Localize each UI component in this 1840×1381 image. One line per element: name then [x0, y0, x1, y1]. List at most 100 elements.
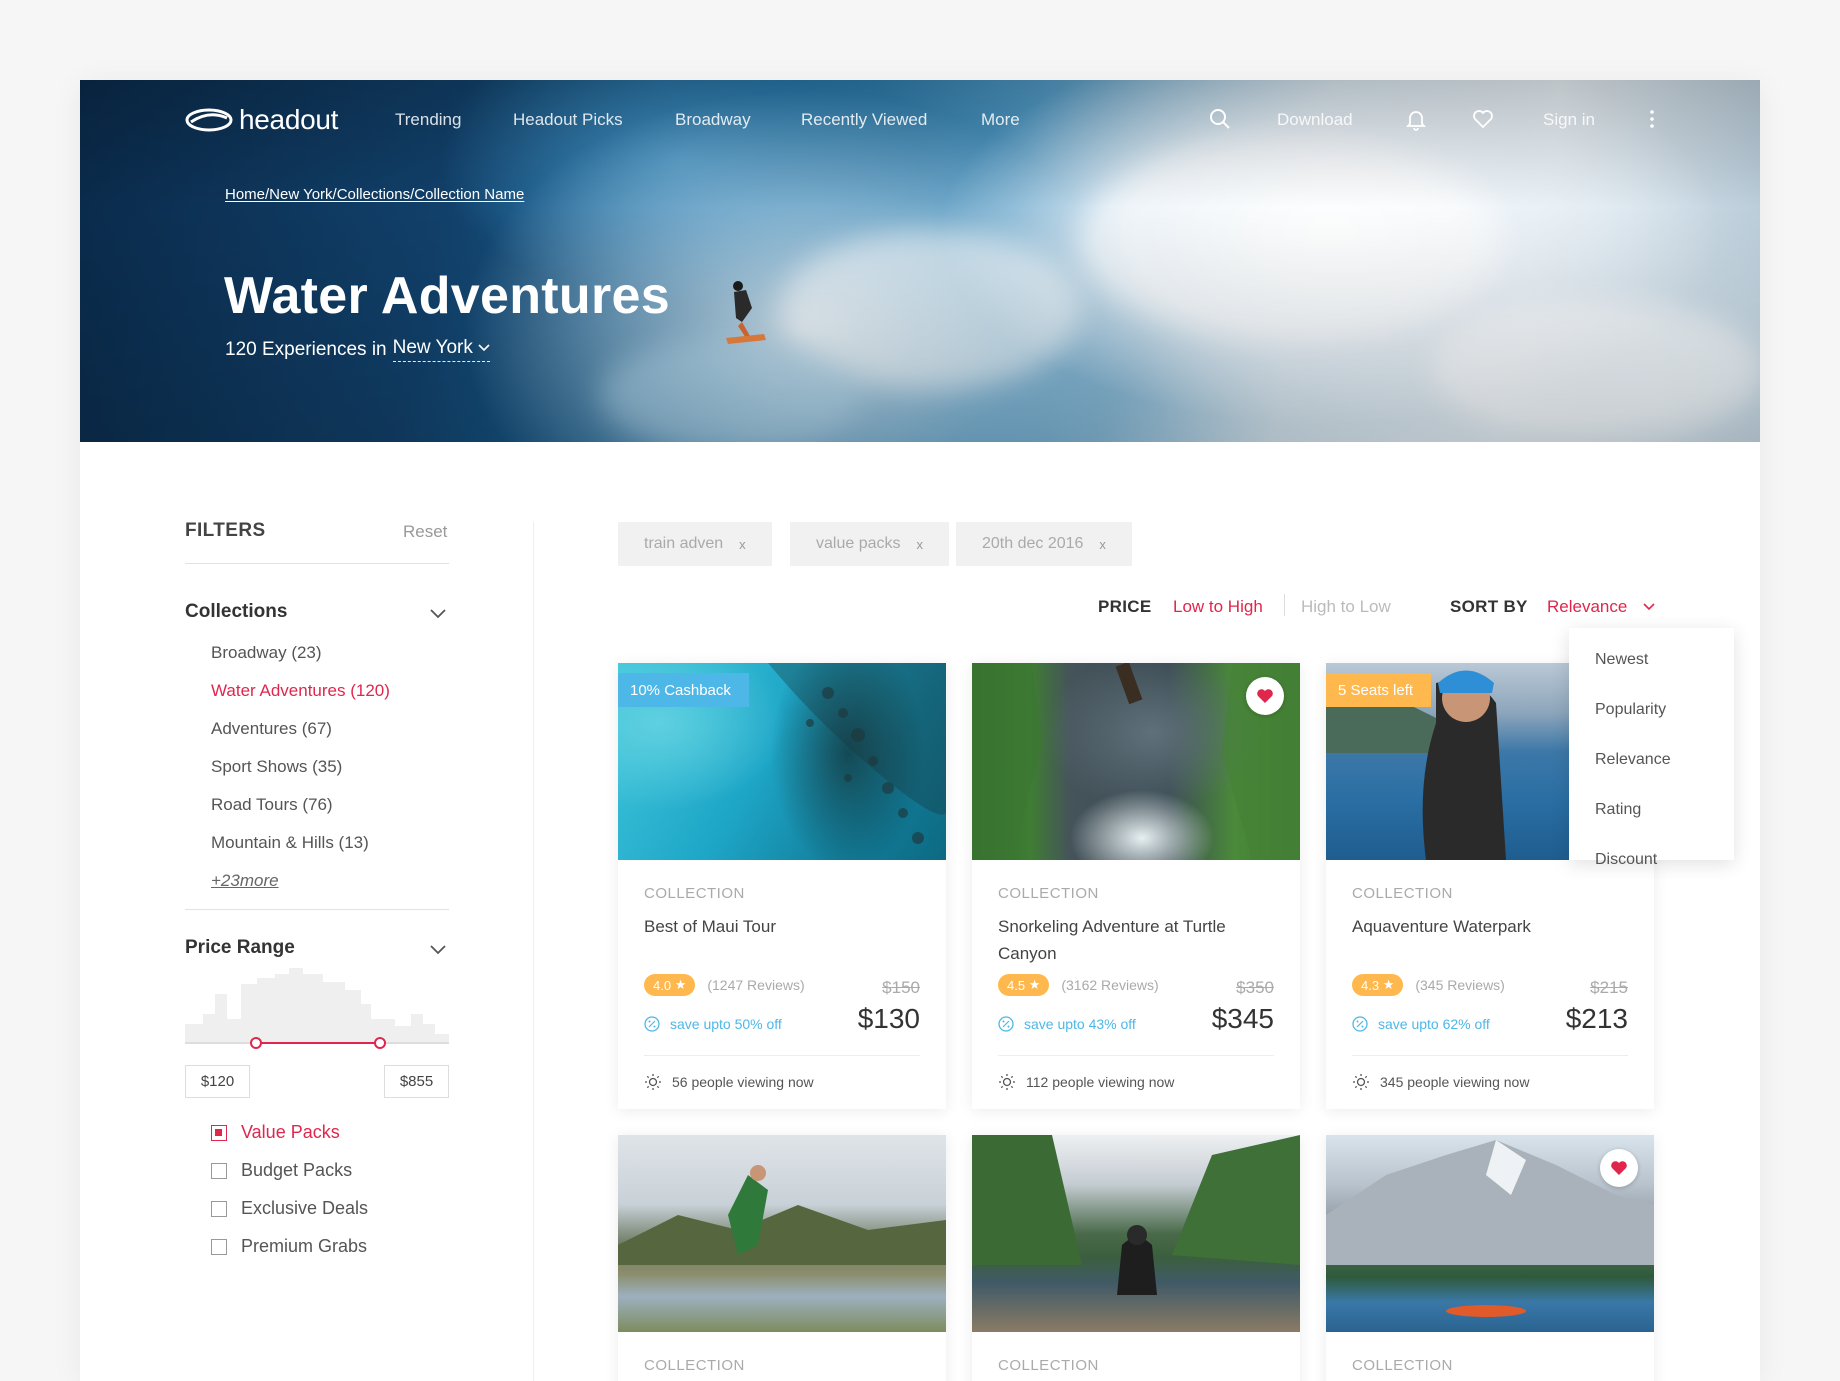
checkbox-box: [211, 1238, 227, 1255]
sort-select[interactable]: Relevance: [1547, 597, 1627, 617]
sort-option-popularity[interactable]: Popularity: [1595, 701, 1666, 719]
old-price: $350: [1236, 978, 1274, 997]
checkbox-label: Exclusive Deals: [241, 1198, 369, 1218]
card-rating: 4.5 ★ (3162 Reviews): [998, 974, 1159, 996]
breadcrumb[interactable]: Home/New York/Collections/Collection Nam…: [225, 186, 524, 203]
nav-broadway[interactable]: Broadway: [675, 110, 751, 130]
favorite-button[interactable]: [1600, 1149, 1638, 1187]
card-category: COLLECTION: [1352, 1357, 1453, 1374]
divider: [185, 909, 449, 910]
heart-icon[interactable]: [1471, 107, 1495, 131]
top-nav: headout Trending Headout Picks Broadway …: [80, 80, 1760, 160]
download-link[interactable]: Download: [1277, 110, 1353, 130]
collections-heading: Collections: [185, 601, 288, 622]
price-range-fill: [256, 1042, 381, 1044]
bell-icon[interactable]: [1404, 107, 1428, 131]
filters-heading: FILTERS: [185, 520, 266, 541]
budget-packs-checkbox[interactable]: Budget Packs: [211, 1160, 352, 1181]
sun-icon: [999, 1074, 1015, 1090]
value-packs-checkbox[interactable]: Value Packs: [211, 1122, 340, 1143]
experience-card[interactable]: COLLECTION: [618, 1135, 946, 1381]
collection-item[interactable]: Broadway (23): [211, 643, 322, 663]
price-histogram: [185, 968, 449, 1044]
city-selector[interactable]: New York: [392, 337, 490, 362]
review-count: (1247 Reviews): [707, 977, 805, 993]
card-title: Aquaventure Waterpark: [1352, 917, 1531, 936]
sidebar-divider: [533, 522, 534, 1381]
percent-icon: [1352, 1016, 1368, 1032]
heart-filled-icon: [1611, 1161, 1627, 1175]
heart-filled-icon: [1257, 689, 1273, 703]
filter-chip[interactable]: value packs x: [790, 522, 949, 566]
card-category: COLLECTION: [1352, 885, 1453, 902]
sort-option-relevance[interactable]: Relevance: [1595, 751, 1671, 769]
chevron-down-icon[interactable]: [429, 605, 447, 623]
nav-more[interactable]: More: [981, 110, 1020, 130]
sort-low-to-high[interactable]: Low to High: [1173, 597, 1263, 617]
close-icon[interactable]: x: [1099, 537, 1106, 552]
sun-icon: [1353, 1074, 1369, 1090]
chip-label: 20th dec 2016: [982, 535, 1084, 552]
experience-card[interactable]: COLLECTION: [1326, 1135, 1654, 1381]
sort-option-discount[interactable]: Discount: [1595, 851, 1657, 869]
card-category: COLLECTION: [644, 1357, 745, 1374]
filter-chip[interactable]: train adven x: [618, 522, 772, 566]
card-title: Snorkeling Adventure at Turtle Canyon: [998, 917, 1226, 963]
collection-item[interactable]: Adventures (67): [211, 719, 332, 739]
city-name: New York: [392, 337, 473, 358]
sort-high-to-low[interactable]: High to Low: [1301, 597, 1391, 617]
price: $345: [1211, 1003, 1274, 1034]
rating-badge: 4.0 ★: [644, 974, 696, 996]
sort-option-rating[interactable]: Rating: [1595, 801, 1641, 819]
nav-headout-picks[interactable]: Headout Picks: [513, 110, 623, 130]
close-icon[interactable]: x: [917, 537, 924, 552]
discount-text: save upto 50% off: [644, 1016, 782, 1032]
chevron-down-icon[interactable]: [1642, 602, 1656, 612]
more-collections-link[interactable]: +23more: [211, 871, 279, 891]
price-max-field[interactable]: $855: [384, 1065, 449, 1098]
card-category: COLLECTION: [644, 885, 745, 902]
chevron-down-icon: [478, 344, 490, 352]
more-vertical-icon[interactable]: [1640, 107, 1664, 131]
close-icon[interactable]: x: [739, 537, 746, 552]
sun-icon: [645, 1074, 661, 1090]
viewing-count: 56 people viewing now: [644, 1073, 814, 1091]
price: $130: [857, 1003, 920, 1034]
price-max-handle[interactable]: [374, 1037, 387, 1049]
headout-logo[interactable]: headout: [185, 104, 338, 136]
card-category: COLLECTION: [998, 885, 1099, 902]
cashback-badge: 10% Cashback: [618, 673, 749, 707]
price-min-handle[interactable]: [250, 1037, 263, 1049]
collection-item[interactable]: Road Tours (76): [211, 795, 333, 815]
filter-chip[interactable]: 20th dec 2016 x: [956, 522, 1132, 566]
chevron-down-icon[interactable]: [429, 941, 447, 959]
favorite-button[interactable]: [1246, 677, 1284, 715]
chip-label: value packs: [816, 535, 901, 552]
nav-trending[interactable]: Trending: [395, 110, 461, 130]
price-min-field[interactable]: $120: [185, 1065, 250, 1098]
collection-item[interactable]: Sport Shows (35): [211, 757, 342, 777]
collection-item[interactable]: Mountain & Hills (13): [211, 833, 369, 853]
rating-badge: 4.5 ★: [998, 974, 1050, 996]
price: $213: [1565, 1003, 1628, 1034]
sort-separator: [1284, 594, 1285, 616]
experience-card[interactable]: COLLECTION Snorkeling Adventure at Turtl…: [972, 663, 1300, 1109]
search-icon[interactable]: [1208, 107, 1232, 131]
collection-item-active[interactable]: Water Adventures (120): [211, 681, 390, 701]
sign-in-link[interactable]: Sign in: [1543, 110, 1595, 130]
card-rating: 4.0 ★ (1247 Reviews): [644, 974, 805, 996]
checkbox-label: Value Packs: [241, 1122, 340, 1142]
card-title: Best of Maui Tour: [644, 917, 776, 936]
exclusive-deals-checkbox[interactable]: Exclusive Deals: [211, 1198, 368, 1219]
old-price: $150: [882, 978, 920, 997]
reset-button[interactable]: Reset: [403, 522, 447, 542]
sort-option-newest[interactable]: Newest: [1595, 651, 1648, 669]
experience-card[interactable]: 10% Cashback COLLECTION Best of Maui Tou…: [618, 663, 946, 1109]
rating-badge: 4.3 ★: [1352, 974, 1404, 996]
card-category: COLLECTION: [998, 1357, 1099, 1374]
premium-grabs-checkbox[interactable]: Premium Grabs: [211, 1236, 367, 1257]
nav-recently-viewed[interactable]: Recently Viewed: [801, 110, 927, 130]
divider: [185, 563, 449, 564]
experience-count: 120 Experiences in: [225, 338, 387, 360]
experience-card[interactable]: COLLECTION: [972, 1135, 1300, 1381]
